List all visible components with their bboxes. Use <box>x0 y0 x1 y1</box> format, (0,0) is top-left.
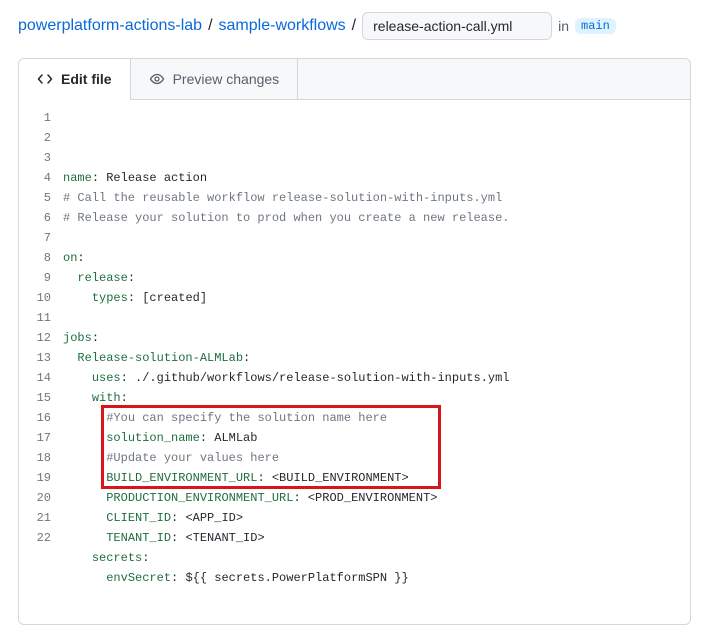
code-line: types: [created] <box>63 288 690 308</box>
breadcrumb-separator: / <box>352 17 356 35</box>
line-number: 21 <box>19 508 51 528</box>
line-number: 5 <box>19 188 51 208</box>
code-line: with: <box>63 388 690 408</box>
tab-edit-file[interactable]: Edit file <box>19 59 131 100</box>
breadcrumb-separator: / <box>208 17 212 35</box>
code-line: solution_name: ALMLab <box>63 428 690 448</box>
breadcrumb-in-label: in <box>558 18 569 34</box>
line-number: 15 <box>19 388 51 408</box>
code-line: # Call the reusable workflow release-sol… <box>63 188 690 208</box>
editor-tabs: Edit file Preview changes <box>19 59 690 100</box>
code-line: TENANT_ID: <TENANT_ID> <box>63 528 690 548</box>
line-number: 22 <box>19 528 51 548</box>
code-line: uses: ./.github/workflows/release-soluti… <box>63 368 690 388</box>
code-line: CLIENT_ID: <APP_ID> <box>63 508 690 528</box>
filename-input[interactable] <box>362 12 552 40</box>
code-line <box>63 308 690 328</box>
code-line: PRODUCTION_ENVIRONMENT_URL: <PROD_ENVIRO… <box>63 488 690 508</box>
line-number: 1 <box>19 108 51 128</box>
code-icon <box>37 71 53 87</box>
code-line <box>63 588 690 608</box>
code-line: #Update your values here <box>63 448 690 468</box>
breadcrumb-folder-link[interactable]: sample-workflows <box>219 17 346 35</box>
line-number: 4 <box>19 168 51 188</box>
breadcrumb: powerplatform-actions-lab / sample-workf… <box>18 12 691 40</box>
code-line: # Release your solution to prod when you… <box>63 208 690 228</box>
line-number: 11 <box>19 308 51 328</box>
line-number: 10 <box>19 288 51 308</box>
line-number: 20 <box>19 488 51 508</box>
eye-icon <box>149 71 165 87</box>
line-number: 12 <box>19 328 51 348</box>
code-line: envSecret: ${{ secrets.PowerPlatformSPN … <box>63 568 690 588</box>
code-content[interactable]: name: Release action# Call the reusable … <box>63 108 690 608</box>
code-line: on: <box>63 248 690 268</box>
tab-preview-changes[interactable]: Preview changes <box>131 59 299 99</box>
tab-edit-label: Edit file <box>61 71 112 87</box>
code-editor[interactable]: 12345678910111213141516171819202122 name… <box>19 100 690 624</box>
code-line: #You can specify the solution name here <box>63 408 690 428</box>
branch-badge: main <box>575 18 616 34</box>
line-number: 17 <box>19 428 51 448</box>
editor-container: Edit file Preview changes 12345678910111… <box>18 58 691 625</box>
breadcrumb-repo-link[interactable]: powerplatform-actions-lab <box>18 17 202 35</box>
line-number: 7 <box>19 228 51 248</box>
line-number: 9 <box>19 268 51 288</box>
line-number: 6 <box>19 208 51 228</box>
code-line: BUILD_ENVIRONMENT_URL: <BUILD_ENVIRONMEN… <box>63 468 690 488</box>
line-number: 8 <box>19 248 51 268</box>
tab-preview-label: Preview changes <box>173 71 280 87</box>
code-line: Release-solution-ALMLab: <box>63 348 690 368</box>
line-number: 19 <box>19 468 51 488</box>
line-number: 14 <box>19 368 51 388</box>
line-number: 2 <box>19 128 51 148</box>
line-number: 18 <box>19 448 51 468</box>
code-line: secrets: <box>63 548 690 568</box>
code-line <box>63 228 690 248</box>
line-number: 16 <box>19 408 51 428</box>
code-line: release: <box>63 268 690 288</box>
line-number: 13 <box>19 348 51 368</box>
line-number-gutter: 12345678910111213141516171819202122 <box>19 108 63 608</box>
code-line: jobs: <box>63 328 690 348</box>
code-line: name: Release action <box>63 168 690 188</box>
line-number: 3 <box>19 148 51 168</box>
